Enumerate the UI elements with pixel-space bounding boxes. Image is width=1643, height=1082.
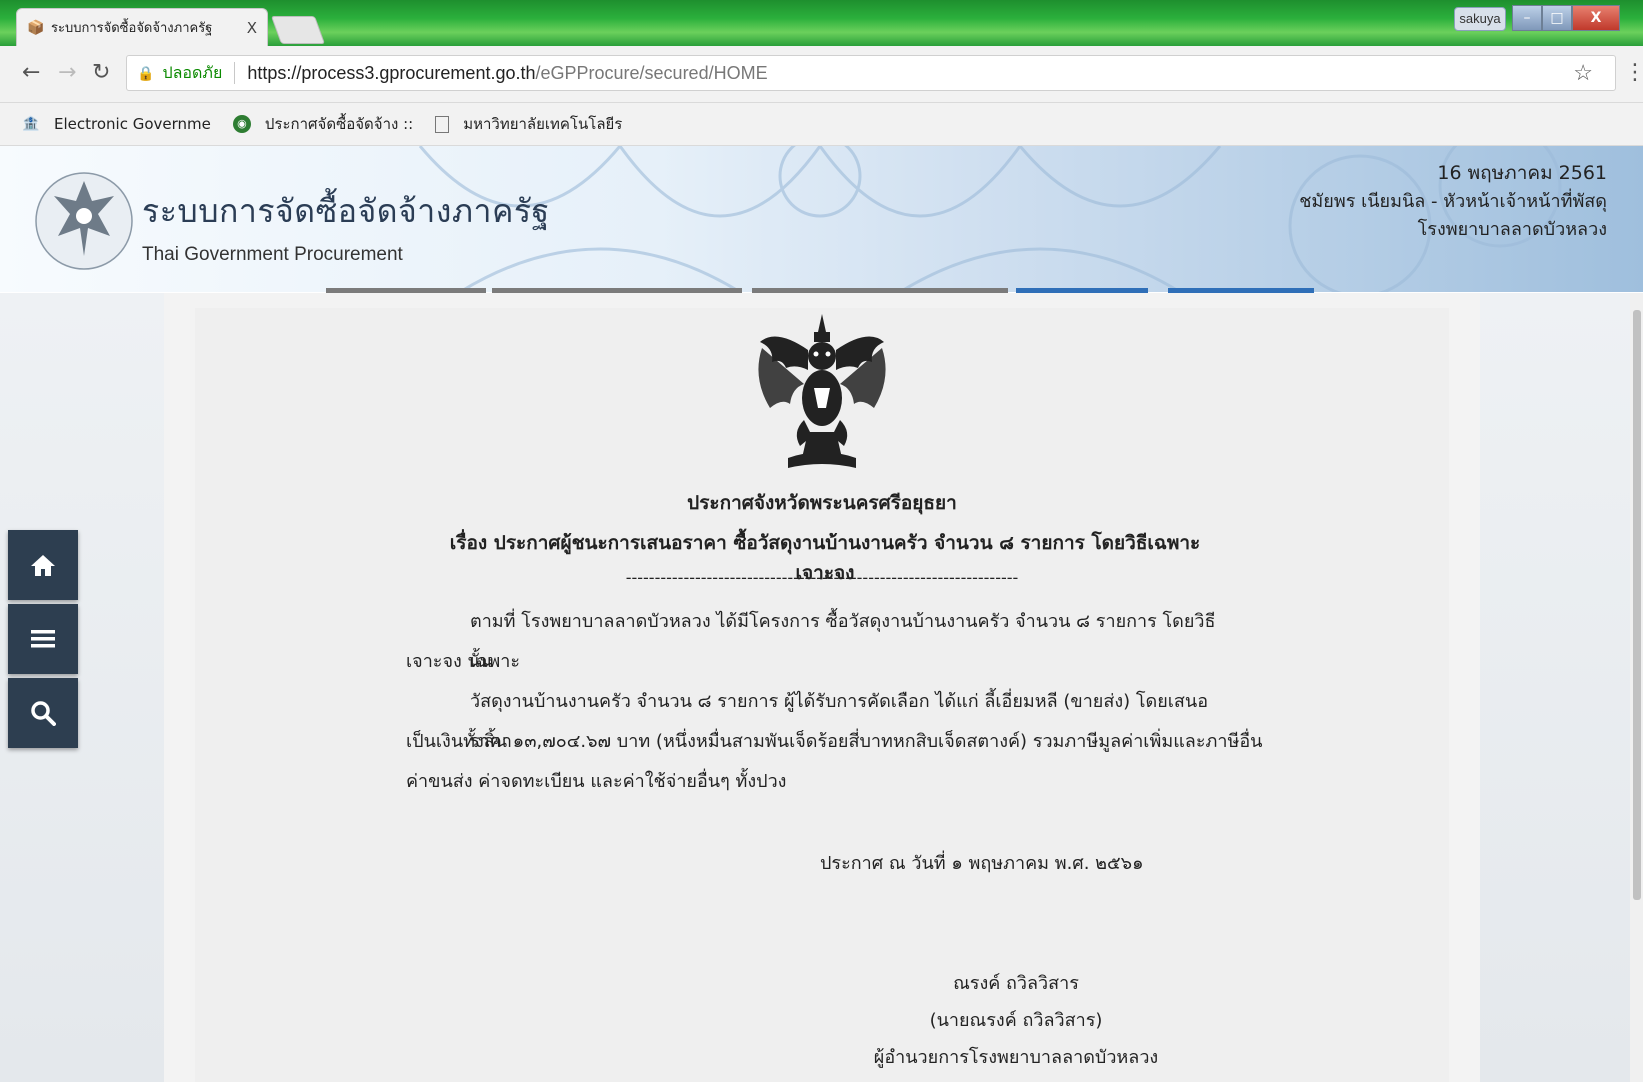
page-icon (435, 115, 450, 133)
browser-menu-icon[interactable]: ⋮ (1624, 60, 1643, 85)
header-org: โรงพยาบาลลาดบัวหลวง (1417, 219, 1607, 240)
bookmark-announcements[interactable]: ◉ ประกาศจัดซื้อจัดจ้าง :: (232, 112, 414, 136)
home-button[interactable] (8, 530, 78, 600)
announcement-heading: ประกาศจังหวัดพระนครศรีอยุธยา (687, 492, 957, 514)
announcement-date: ประกาศ ณ วันที่ ๑ พฤษภาคม พ.ศ. ๒๕๖๑ (820, 853, 1144, 874)
bookmark-egp[interactable]: 🏦 Electronic Governme (22, 115, 211, 133)
secure-label: ปลอดภัย (162, 64, 223, 82)
egp-favicon-icon: 📦 (27, 19, 45, 36)
minimize-button[interactable]: – (1512, 5, 1542, 31)
window-controls: – □ X (1512, 5, 1620, 31)
site-title: ระบบการจัดซื้อจัดจ้างภาครัฐ (142, 192, 550, 230)
bookmark-university[interactable]: มหาวิทยาลัยเทคโนโลยีร (435, 112, 622, 136)
bookmark-label: ประกาศจัดซื้อจัดจ้าง :: (264, 115, 414, 133)
maximize-button[interactable]: □ (1542, 5, 1572, 31)
egp-icon: 🏦 (22, 116, 40, 132)
forward-arrow-icon[interactable]: → (58, 60, 76, 85)
signer-name: ณรงค์ ถวิลวิสาร (953, 973, 1079, 994)
agency-logo (35, 172, 133, 270)
garuda-emblem-icon (758, 314, 886, 468)
paragraph-1-line-2: เจาะจง นั้น (406, 651, 493, 672)
signer-full-name: (นายณรงค์ ถวิลวิสาร) (929, 1010, 1103, 1031)
url-path: /eGPProcure/secured/HOME (535, 62, 768, 83)
address-bar-row: ← → ↻ 🔒 ปลอดภัย https://process3.gprocur… (0, 46, 1643, 103)
url-host: https://process3.gprocurement.go.th (247, 62, 536, 83)
url-separator (234, 62, 236, 84)
paragraph-2-line-3: ค่าขนส่ง ค่าจดทะเบียน และค่าใช้จ่ายอื่นๆ… (406, 771, 787, 792)
window-close-button[interactable]: X (1572, 5, 1620, 31)
bookmark-star-icon[interactable]: ☆ (1573, 60, 1593, 86)
bookmarks-bar: 🏦 Electronic Governme ◉ ประกาศจัดซื้อจัด… (0, 103, 1643, 146)
search-icon (31, 701, 56, 726)
header-date: 16 พฤษภาคม 2561 (1437, 162, 1607, 184)
bookmark-label: Electronic Governme (54, 115, 211, 133)
site-subtitle: Thai Government Procurement (142, 244, 403, 265)
search-button[interactable] (8, 678, 78, 748)
new-tab-button[interactable] (270, 16, 326, 44)
menu-button[interactable] (8, 604, 78, 674)
right-gutter (1480, 293, 1643, 1082)
url-input[interactable]: 🔒 ปลอดภัย https://process3.gprocurement.… (126, 55, 1616, 91)
divider-line: ----------------------------------------… (625, 568, 1019, 587)
header-user: ชมัยพร เนียมนิล - หัวหน้าเจ้าหน้าที่พัสด… (1299, 191, 1607, 212)
tab-title: ระบบการจัดซื้อจัดจ้างภาครัฐ (51, 21, 213, 36)
home-icon (31, 555, 55, 576)
signer-title: ผู้อำนวยการโรงพยาบาลลาดบัวหลวง (873, 1047, 1159, 1068)
profile-badge[interactable]: sakuya (1454, 7, 1506, 31)
tab-close-icon[interactable]: X (247, 19, 257, 37)
back-arrow-icon[interactable]: ← (22, 60, 40, 85)
lock-icon: 🔒 (137, 64, 155, 81)
paragraph-2-line-2: เป็นเงินทั้งสิ้น ๑๓,๗๐๔.๖๗ บาท (หนึ่งหมื… (406, 731, 1263, 752)
bookmark-label: มหาวิทยาลัยเทคโนโลยีร (463, 115, 623, 133)
globe-icon: ◉ (232, 115, 251, 133)
reload-icon[interactable]: ↻ (92, 60, 110, 85)
browser-tab[interactable]: 📦 ระบบการจัดซื้อจัดจ้างภาครัฐ X (16, 8, 268, 46)
browser-titlebar: 📦 ระบบการจัดซื้อจัดจ้างภาครัฐ X sakuya –… (0, 0, 1643, 46)
hamburger-icon (31, 630, 55, 648)
scrollbar-thumb[interactable] (1633, 310, 1641, 900)
subject-prefix: เรื่อง ประกาศผู้ชนะการเสนอราคา (449, 532, 727, 554)
site-header: ระบบการจัดซื้อจัดจ้างภาครัฐ Thai Governm… (0, 146, 1643, 292)
